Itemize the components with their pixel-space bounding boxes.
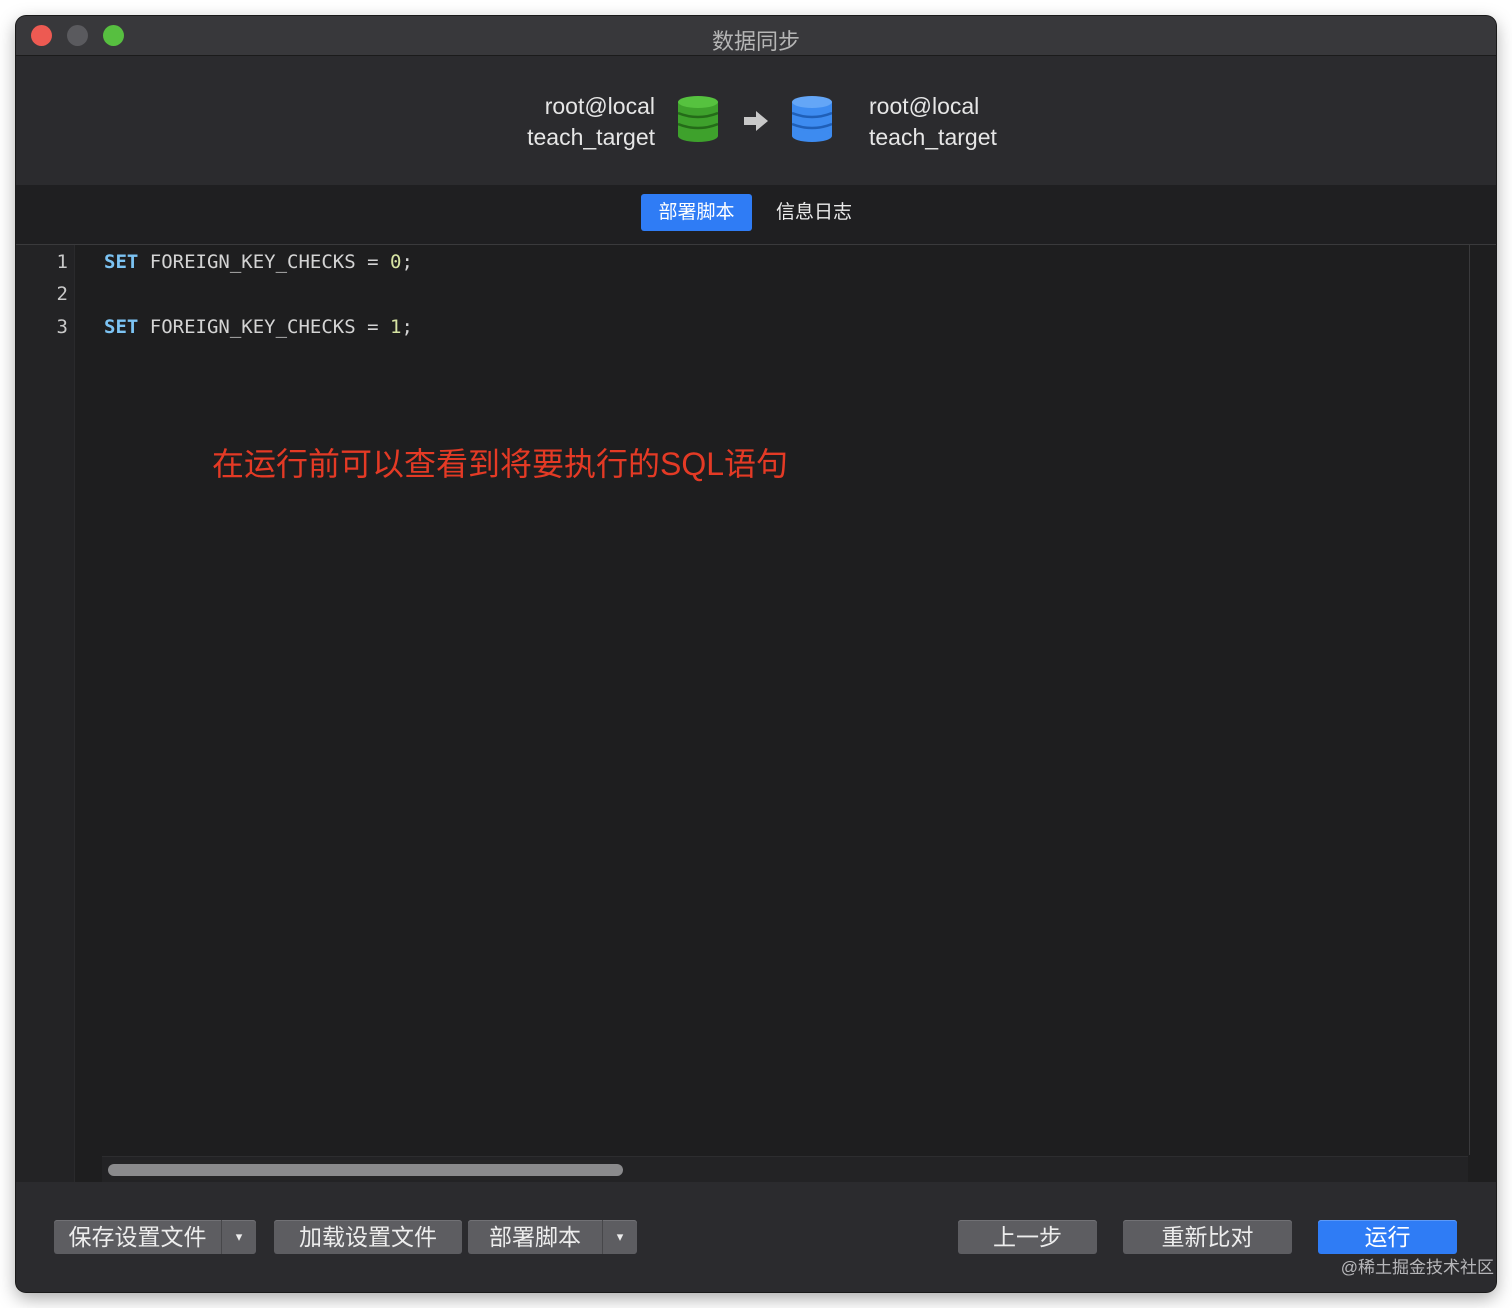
line-number: 3	[56, 316, 68, 338]
target-connection: root@local teach_target	[869, 91, 997, 153]
tab-deploy-script[interactable]: 部署脚本	[641, 194, 752, 231]
source-database-icon	[677, 96, 719, 147]
footer-toolbar: 保存设置文件 ▾ 加载设置文件 部署脚本 ▾ 上一步 重新比对 运行	[16, 1182, 1496, 1292]
target-connection-name: root@local	[869, 93, 980, 119]
line-number: 2	[56, 283, 68, 305]
sql-number: 1	[390, 316, 402, 338]
target-database-name: teach_target	[869, 124, 997, 150]
code-line: SET FOREIGN_KEY_CHECKS = 1;	[104, 316, 413, 338]
window-title: 数据同步	[711, 29, 800, 54]
sql-terminator: ;	[401, 251, 413, 273]
sql-keyword: SET	[104, 251, 139, 273]
deploy-script-dropdown-icon[interactable]: ▾	[602, 1220, 637, 1254]
line-number: 1	[56, 251, 68, 273]
sync-window: 数据同步 root@local teach_target root@local …	[16, 16, 1496, 1292]
run-button[interactable]: 运行	[1318, 1220, 1457, 1254]
source-connection: root@local teach_target	[527, 91, 655, 153]
sql-text: FOREIGN_KEY_CHECKS =	[138, 316, 390, 338]
horizontal-scrollbar[interactable]	[102, 1156, 1468, 1183]
load-profile-button[interactable]: 加载设置文件	[274, 1220, 462, 1254]
tab-message-log[interactable]: 信息日志	[768, 194, 860, 231]
sql-editor[interactable]: 1 2 3 SET FOREIGN_KEY_CHECKS = 0; SET FO…	[16, 245, 1496, 1183]
source-connection-name: root@local	[544, 93, 655, 119]
save-profile-label[interactable]: 保存设置文件	[54, 1220, 221, 1254]
sql-terminator: ;	[401, 316, 413, 338]
arrow-right-icon	[744, 111, 768, 136]
deploy-script-label[interactable]: 部署脚本	[468, 1220, 602, 1254]
line-number-gutter: 1 2 3	[16, 245, 75, 1182]
vertical-scrollbar[interactable]	[1469, 245, 1470, 1155]
deploy-script-button[interactable]: 部署脚本 ▾	[468, 1220, 637, 1254]
horizontal-scrollbar-thumb[interactable]	[108, 1164, 623, 1176]
target-database-icon	[791, 96, 833, 147]
code-line: SET FOREIGN_KEY_CHECKS = 0;	[104, 251, 413, 273]
previous-step-button[interactable]: 上一步	[958, 1220, 1097, 1254]
sync-header: root@local teach_target root@local teach…	[16, 56, 1496, 185]
sql-number: 0	[390, 251, 402, 273]
save-profile-button[interactable]: 保存设置文件 ▾	[54, 1220, 256, 1254]
sql-text: FOREIGN_KEY_CHECKS =	[138, 251, 390, 273]
recompare-button[interactable]: 重新比对	[1123, 1220, 1292, 1254]
tab-bar: 部署脚本 信息日志	[16, 185, 1496, 245]
title-bar: 数据同步	[16, 16, 1496, 56]
source-database-name: teach_target	[527, 124, 655, 150]
watermark: @稀土掘金技术社区	[1340, 1258, 1494, 1277]
save-profile-dropdown-icon[interactable]: ▾	[221, 1220, 256, 1254]
annotation-text: 在运行前可以查看到将要执行的SQL语句	[212, 446, 789, 482]
sql-keyword: SET	[104, 316, 139, 338]
